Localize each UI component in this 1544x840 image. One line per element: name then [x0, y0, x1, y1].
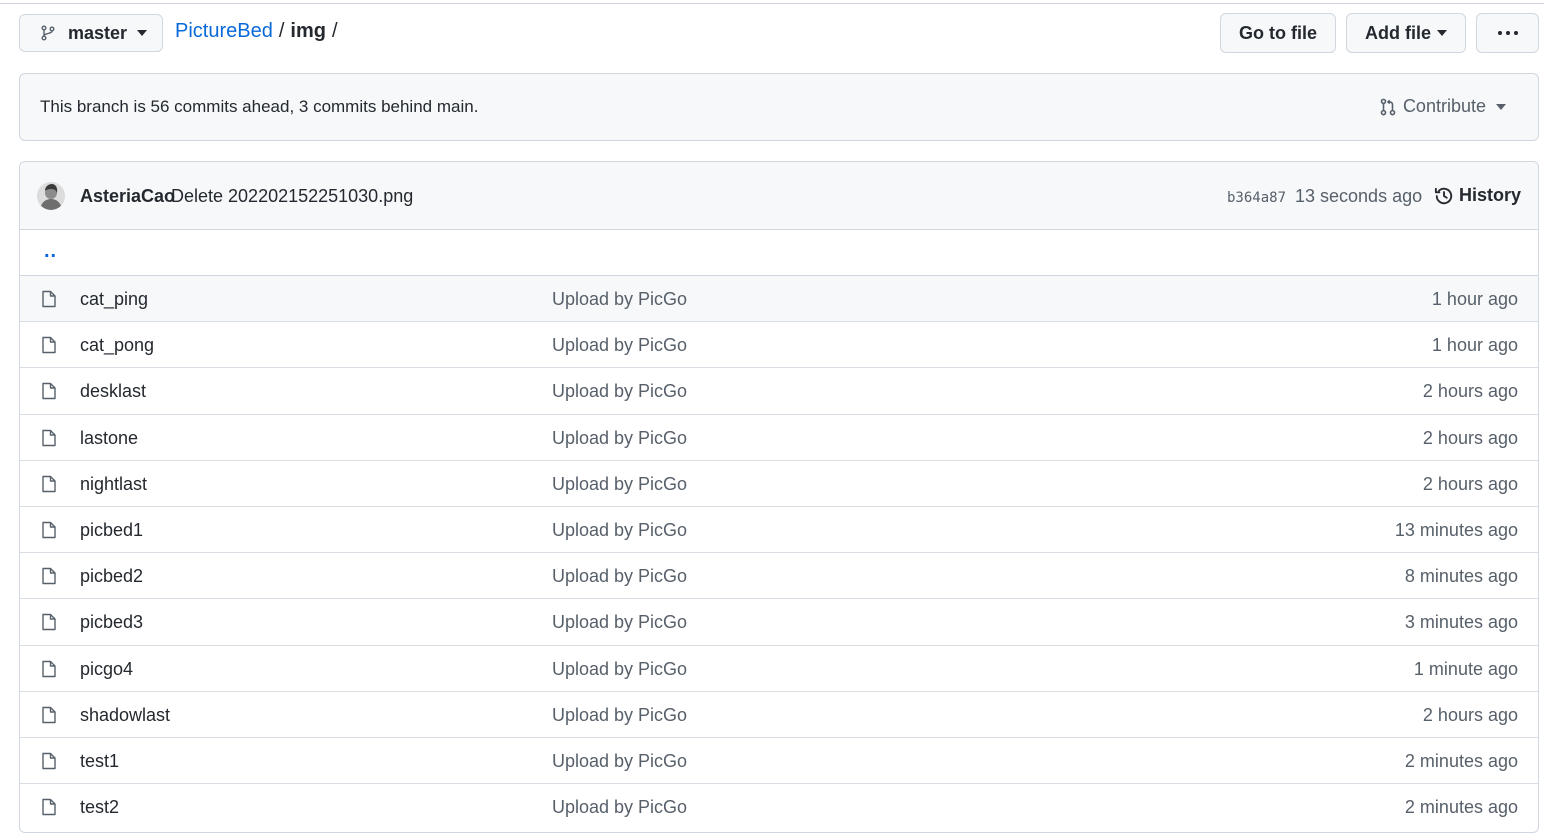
- breadcrumb-current-folder: img: [290, 20, 326, 42]
- file-commit-age: 2 hours ago: [1422, 381, 1518, 402]
- branch-name: master: [68, 22, 128, 43]
- file-row[interactable]: picbed2 Upload by PicGo 8 minutes ago: [20, 553, 1538, 600]
- file-commit-message-link[interactable]: Upload by PicGo: [552, 289, 687, 310]
- git-pull-request-icon: [1380, 98, 1396, 115]
- file-name-link[interactable]: picbed3: [80, 612, 143, 633]
- file-row[interactable]: picbed3 Upload by PicGo 3 minutes ago: [20, 599, 1538, 646]
- breadcrumb-separator: /: [331, 20, 338, 42]
- file-name-link[interactable]: test1: [80, 751, 119, 772]
- user-avatar-icon: [37, 182, 65, 210]
- file-icon: [42, 798, 56, 816]
- file-row[interactable]: test2 Upload by PicGo 2 minutes ago: [20, 784, 1538, 830]
- history-link[interactable]: History: [1434, 185, 1521, 206]
- file-commit-age: 1 minute ago: [1413, 658, 1518, 679]
- commit-message-link[interactable]: Delete 202202152251030.png: [171, 186, 413, 207]
- breadcrumb-repo-link[interactable]: PictureBed: [175, 20, 273, 43]
- file-commit-message-link[interactable]: Upload by PicGo: [552, 428, 687, 449]
- history-label: History: [1459, 185, 1522, 205]
- file-commit-message-link[interactable]: Upload by PicGo: [552, 520, 687, 541]
- contribute-label: Contribute: [1402, 96, 1486, 116]
- file-commit-message-link[interactable]: Upload by PicGo: [552, 381, 687, 402]
- kebab-horizontal-icon: [1497, 31, 1518, 35]
- file-commit-message-link[interactable]: Upload by PicGo: [552, 612, 687, 633]
- file-commit-message-link[interactable]: Upload by PicGo: [552, 335, 687, 356]
- breadcrumb: PictureBed / img /: [175, 20, 344, 43]
- file-commit-message-link[interactable]: Upload by PicGo: [552, 705, 687, 726]
- add-file-button[interactable]: Add file: [1346, 13, 1466, 53]
- parent-directory-row[interactable]: ..: [20, 230, 1538, 276]
- file-name-link[interactable]: picbed2: [80, 566, 143, 587]
- file-row[interactable]: lastone Upload by PicGo 2 hours ago: [20, 415, 1538, 461]
- file-row[interactable]: cat_pong Upload by PicGo 1 hour ago: [20, 322, 1538, 369]
- parent-directory-link[interactable]: ..: [44, 240, 57, 263]
- top-divider: [0, 3, 1544, 4]
- file-commit-age: 2 minutes ago: [1404, 797, 1518, 818]
- file-row[interactable]: shadowlast Upload by PicGo 2 hours ago: [20, 692, 1538, 738]
- file-commit-age: 3 minutes ago: [1404, 612, 1518, 633]
- file-row[interactable]: desklast Upload by PicGo 2 hours ago: [20, 368, 1538, 415]
- file-name-link[interactable]: picbed1: [80, 520, 143, 541]
- file-row[interactable]: test1 Upload by PicGo 2 minutes ago: [20, 738, 1538, 785]
- commit-sha-link[interactable]: b364a87: [1227, 190, 1286, 206]
- file-icon: [42, 383, 56, 400]
- commit-time: 13 seconds ago: [1295, 186, 1423, 206]
- contribute-button[interactable]: Contribute: [1379, 96, 1512, 117]
- file-icon: [42, 475, 56, 492]
- file-name-link[interactable]: test2: [80, 797, 119, 818]
- file-commit-age: 8 minutes ago: [1404, 566, 1518, 587]
- file-icon: [42, 660, 56, 677]
- file-commit-message-link[interactable]: Upload by PicGo: [552, 566, 687, 587]
- file-name-link[interactable]: cat_pong: [80, 335, 154, 356]
- file-commit-age: 1 hour ago: [1431, 335, 1518, 356]
- file-commit-age: 2 hours ago: [1422, 427, 1518, 448]
- file-icon: [42, 614, 56, 631]
- file-name-link[interactable]: desklast: [80, 381, 146, 402]
- file-icon: [42, 290, 56, 308]
- caret-down-icon: [137, 30, 148, 36]
- file-row[interactable]: picgo4 Upload by PicGo 1 minute ago: [20, 646, 1538, 692]
- file-icon: [42, 521, 56, 539]
- file-commit-age: 2 hours ago: [1422, 473, 1518, 494]
- commit-author-link[interactable]: AsteriaCao: [80, 186, 175, 207]
- add-file-label: Add file: [1365, 22, 1431, 43]
- file-name-link[interactable]: picgo4: [80, 659, 133, 680]
- file-commit-age: 13 minutes ago: [1394, 519, 1518, 540]
- file-row[interactable]: cat_ping Upload by PicGo 1 hour ago: [20, 276, 1538, 323]
- branch-status-text: This branch is 56 commits ahead, 3 commi…: [40, 97, 479, 116]
- git-branch-icon: [41, 25, 55, 41]
- latest-commit-bar: AsteriaCao Delete 202202152251030.png b3…: [20, 162, 1538, 230]
- file-commit-message-link[interactable]: Upload by PicGo: [552, 474, 687, 495]
- file-icon: [42, 567, 56, 585]
- go-to-file-button[interactable]: Go to file: [1220, 13, 1336, 53]
- file-row[interactable]: picbed1 Upload by PicGo 13 minutes ago: [20, 507, 1538, 554]
- file-commit-message-link[interactable]: Upload by PicGo: [552, 751, 687, 772]
- file-commit-message-link[interactable]: Upload by PicGo: [552, 797, 687, 818]
- file-name-link[interactable]: cat_ping: [80, 289, 148, 310]
- file-list: cat_ping Upload by PicGo 1 hour ago cat_…: [20, 276, 1538, 830]
- file-row[interactable]: nightlast Upload by PicGo 2 hours ago: [20, 461, 1538, 507]
- caret-down-icon: [1496, 103, 1506, 110]
- file-commit-age: 2 minutes ago: [1404, 750, 1518, 771]
- history-clock-icon: [1434, 187, 1453, 204]
- file-icon: [42, 706, 56, 723]
- file-icon: [42, 336, 56, 354]
- branch-select-button[interactable]: master: [19, 14, 163, 52]
- more-options-button[interactable]: [1476, 13, 1539, 53]
- file-commit-age: 1 hour ago: [1431, 289, 1518, 309]
- file-commit-age: 2 hours ago: [1422, 704, 1518, 725]
- avatar[interactable]: [37, 182, 65, 210]
- file-icon: [42, 752, 56, 770]
- file-browser: AsteriaCao Delete 202202152251030.png b3…: [19, 161, 1539, 833]
- file-name-link[interactable]: shadowlast: [80, 705, 170, 726]
- branch-status-banner: This branch is 56 commits ahead, 3 commi…: [19, 73, 1539, 141]
- breadcrumb-separator: /: [278, 20, 285, 42]
- file-commit-message-link[interactable]: Upload by PicGo: [552, 659, 687, 680]
- file-icon: [42, 429, 56, 446]
- file-name-link[interactable]: nightlast: [80, 474, 147, 495]
- caret-down-icon: [1437, 30, 1447, 36]
- file-name-link[interactable]: lastone: [80, 428, 138, 449]
